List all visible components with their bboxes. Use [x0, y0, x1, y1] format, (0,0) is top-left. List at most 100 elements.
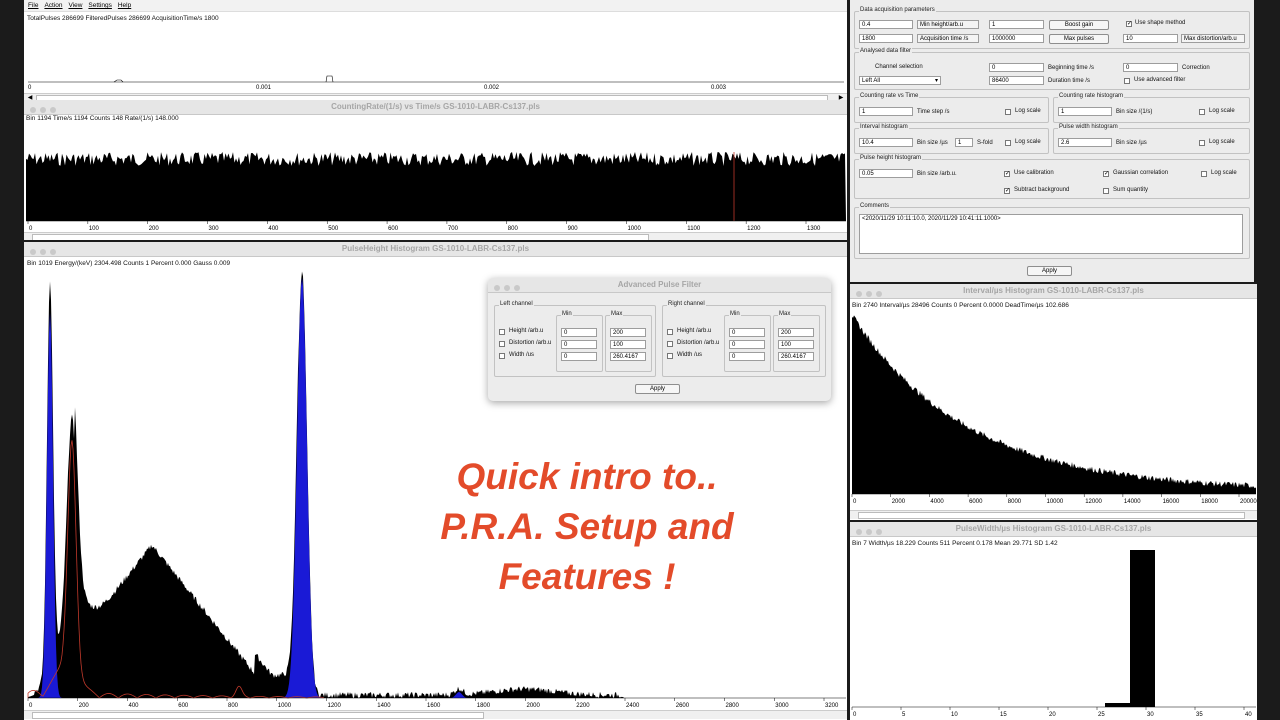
left-height-max[interactable]: 200: [610, 328, 646, 337]
subtract-bg-label: Subtract background: [1014, 187, 1070, 193]
scroll-thumb[interactable]: [858, 512, 1245, 519]
pulse-height-scrollbar[interactable]: [24, 710, 847, 719]
scroll-thumb[interactable]: [32, 712, 484, 719]
rate-titlebar[interactable]: CountingRate/(1/s) vs Time/s GS-1010-LAB…: [24, 100, 847, 115]
minimize-icon[interactable]: [40, 249, 46, 255]
rate-series: [26, 152, 846, 221]
max-pulses-input[interactable]: 1000000: [989, 34, 1044, 43]
ih-bin-input[interactable]: 10.4: [859, 138, 913, 147]
close-icon[interactable]: [494, 285, 500, 291]
rate-scrollbar[interactable]: [24, 232, 847, 240]
pw-bin-input[interactable]: 2.6: [1058, 138, 1112, 147]
pulse-width-plot[interactable]: 0 5 10 15 20 25 30 35 40: [850, 536, 1257, 720]
begin-time-input[interactable]: 0: [989, 63, 1044, 72]
menu-help[interactable]: Help: [118, 2, 131, 9]
tick-label: 14000: [1124, 499, 1141, 505]
min-height-input[interactable]: 0.4: [859, 20, 913, 29]
sfold-input[interactable]: 1: [955, 138, 973, 147]
tick-label: 1200: [328, 703, 342, 709]
sum-quantity-checkbox[interactable]: [1103, 188, 1109, 194]
interval-plot[interactable]: 0 2000 4000 6000 8000 10000 12000 14000 16000 180…: [850, 298, 1257, 520]
zoom-icon[interactable]: [50, 107, 56, 113]
left-width-max[interactable]: 260.4167: [610, 352, 646, 361]
rate-title: CountingRate/(1/s) vs Time/s GS-1010-LAB…: [331, 102, 540, 111]
zoom-icon[interactable]: [876, 529, 882, 535]
max-label: Max: [610, 311, 624, 317]
acquisition-group: Data acquisition parameters 0.4 Min heig…: [854, 7, 1250, 49]
scroll-thumb[interactable]: [32, 234, 649, 240]
zoom-icon[interactable]: [876, 291, 882, 297]
filter-titlebar[interactable]: Advanced Pulse Filter: [488, 278, 831, 293]
crh-log-checkbox[interactable]: [1199, 109, 1205, 115]
gaussian-checkbox[interactable]: ✓: [1103, 171, 1109, 177]
minimize-icon[interactable]: [866, 529, 872, 535]
right-height-checkbox[interactable]: [667, 329, 673, 335]
settings-panel: Data acquisition parameters 0.4 Min heig…: [850, 0, 1254, 282]
advanced-filter-checkbox[interactable]: [1124, 78, 1130, 84]
filter-apply-button[interactable]: Apply: [635, 384, 680, 394]
rate-plot[interactable]: 0 100 200 300 400 500 600 700 800 900 1000 1100 1200…: [24, 114, 847, 234]
calibration-checkbox[interactable]: ✓: [1004, 171, 1010, 177]
right-width-checkbox[interactable]: [667, 353, 673, 359]
right-distortion-min[interactable]: 0: [729, 340, 765, 349]
menu-action[interactable]: Action: [44, 2, 62, 9]
zoom-icon[interactable]: [50, 249, 56, 255]
menu-settings[interactable]: Settings: [88, 2, 112, 9]
pulse-width-titlebar[interactable]: PulseWidth/µs Histogram GS-1010-LABR-Cs1…: [850, 522, 1257, 537]
left-distortion-min[interactable]: 0: [561, 340, 597, 349]
boost-gain-button[interactable]: Boost gain: [1049, 20, 1109, 30]
time-step-label: Time step /s: [917, 109, 950, 115]
pulse-height-titlebar[interactable]: PulseHeight Histogram GS-1010-LABR-Cs137…: [24, 242, 847, 257]
max-pulses-button[interactable]: Max pulses: [1049, 34, 1109, 44]
left-height-min[interactable]: 0: [561, 328, 597, 337]
rate-window: CountingRate/(1/s) vs Time/s GS-1010-LAB…: [24, 100, 847, 240]
close-icon[interactable]: [30, 107, 36, 113]
channel-select[interactable]: Left All ▾: [859, 76, 941, 85]
left-width-checkbox[interactable]: [499, 353, 505, 359]
right-width-max[interactable]: 260.4167: [778, 352, 814, 361]
ph-log-checkbox[interactable]: [1201, 171, 1207, 177]
right-width-min[interactable]: 0: [729, 352, 765, 361]
shape-method-checkbox[interactable]: ✓: [1126, 21, 1132, 27]
ih-log-checkbox[interactable]: [1005, 140, 1011, 146]
ih-log-label: Log scale: [1015, 139, 1041, 145]
max-distortion-input[interactable]: 10: [1123, 34, 1178, 43]
close-icon[interactable]: [856, 291, 862, 297]
left-width-min[interactable]: 0: [561, 352, 597, 361]
crt-log-checkbox[interactable]: [1005, 109, 1011, 115]
interval-titlebar[interactable]: Interval/µs Histogram GS-1010-LABR-Cs137…: [850, 284, 1257, 299]
left-distortion-max[interactable]: 100: [610, 340, 646, 349]
counting-rate-hist-group: Counting rate histogram 1 Bin size /(1/s…: [1053, 93, 1250, 123]
menu-view[interactable]: View: [68, 2, 82, 9]
right-distortion-checkbox[interactable]: [667, 341, 673, 347]
right-distortion-max[interactable]: 100: [778, 340, 814, 349]
tick-label: 20: [1049, 712, 1056, 718]
menu-file[interactable]: File: [28, 2, 38, 9]
minimize-icon[interactable]: [40, 107, 46, 113]
pulses-tick: 0.002: [484, 85, 500, 91]
left-distortion-checkbox[interactable]: [499, 341, 505, 347]
minimize-icon[interactable]: [866, 291, 872, 297]
boost-input[interactable]: 1: [989, 20, 1044, 29]
crh-bin-input[interactable]: 1: [1058, 107, 1112, 116]
pulse-width-hist-label: Pulse width histogram: [1058, 124, 1119, 130]
subtract-bg-checkbox[interactable]: ✓: [1004, 188, 1010, 194]
close-icon[interactable]: [30, 249, 36, 255]
settings-apply-button[interactable]: Apply: [1027, 266, 1072, 276]
acq-time-input[interactable]: 1800: [859, 34, 913, 43]
comments-textarea[interactable]: <2020/11/29 10:11:10.0, 2020/11/29 10:41…: [859, 214, 1243, 254]
duration-input[interactable]: 86400: [989, 76, 1044, 85]
pulses-plot[interactable]: 0 0.001 0.002 0.003: [24, 12, 847, 94]
right-height-max[interactable]: 200: [778, 328, 814, 337]
interval-scrollbar[interactable]: [850, 510, 1257, 519]
ph-bin-input[interactable]: 0.05: [859, 169, 913, 178]
zoom-icon[interactable]: [514, 285, 520, 291]
pw-log-checkbox[interactable]: [1199, 140, 1205, 146]
time-step-input[interactable]: 1: [859, 107, 913, 116]
left-height-checkbox[interactable]: [499, 329, 505, 335]
minimize-icon[interactable]: [504, 285, 510, 291]
left-min-group: Min 0 0 0: [556, 311, 603, 372]
correction-input[interactable]: 0: [1123, 63, 1178, 72]
close-icon[interactable]: [856, 529, 862, 535]
right-height-min[interactable]: 0: [729, 328, 765, 337]
